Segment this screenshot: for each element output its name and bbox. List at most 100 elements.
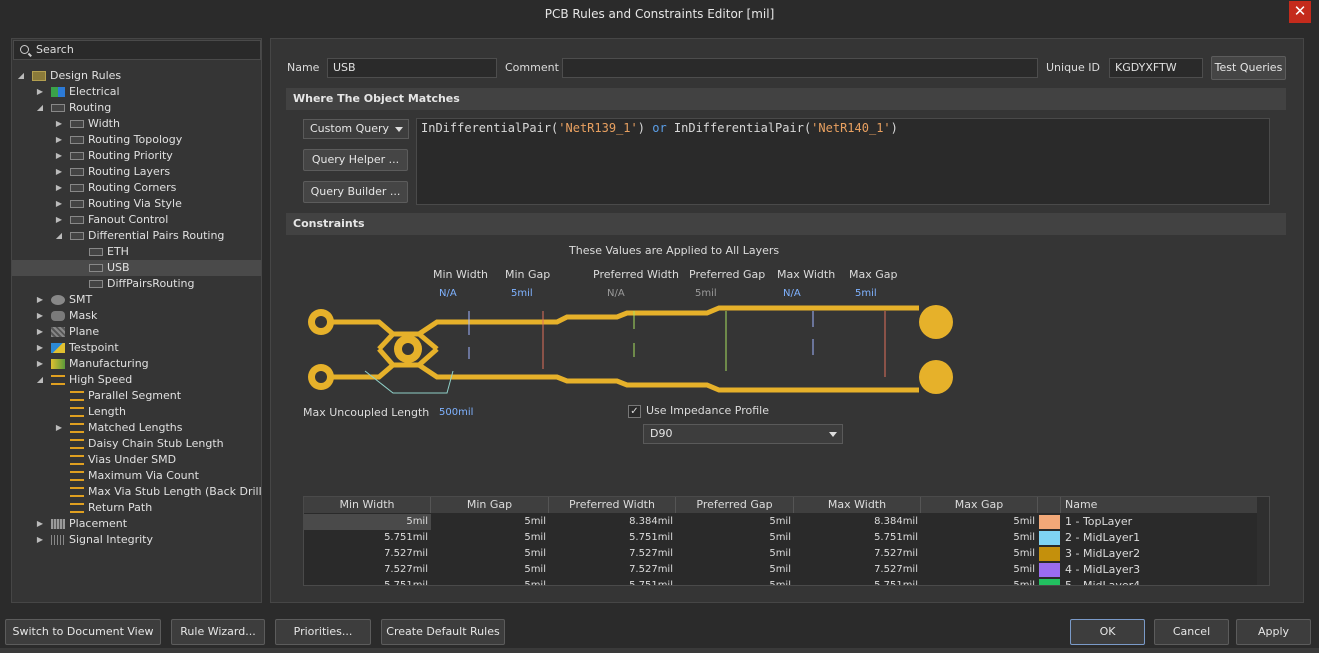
tree-item[interactable]: ▶ Matched Lengths [12,420,261,436]
expand-arrow-icon[interactable]: ▶ [54,420,64,436]
table-cell[interactable]: 5mil [921,562,1038,578]
table-cell[interactable]: 7.527mil [794,562,921,578]
tree-item[interactable]: DiffPairsRouting [12,276,261,292]
grid-vertical-scrollbar[interactable] [1257,497,1269,585]
tree-item[interactable]: ◢ Differential Pairs Routing [12,228,261,244]
grid-column-header[interactable]: Preferred Width [549,497,676,513]
comment-field[interactable] [562,58,1038,78]
expand-arrow-icon[interactable]: ▶ [35,324,45,340]
expand-arrow-icon[interactable]: ▶ [54,196,64,212]
table-cell[interactable]: 5mil [431,514,549,530]
tree-item[interactable]: ▶ Signal Integrity [12,532,261,548]
query-builder-button[interactable]: Query Builder ... [303,181,408,203]
expand-arrow-icon[interactable]: ▶ [54,180,64,196]
table-row[interactable]: 7.527mil 5mil 7.527mil 5mil 7.527mil 5mil 4 - … [304,562,1269,578]
collapse-arrow-icon[interactable]: ◢ [35,372,45,388]
table-cell[interactable]: 5.751mil [304,530,431,546]
tree-item[interactable]: ETH [12,244,261,260]
expand-arrow-icon[interactable]: ▶ [54,148,64,164]
tree-item[interactable]: ◢ Design Rules [12,68,261,84]
tree-item[interactable]: ▶ Placement [12,516,261,532]
max-width-value[interactable]: N/A [783,288,801,299]
table-row[interactable]: 5.751mil 5mil 5.751mil 5mil 5.751mil 5mil 5 - … [304,578,1269,585]
tree-item[interactable]: USB [12,260,261,276]
table-cell[interactable]: 5.751mil [794,530,921,546]
tree-item[interactable]: ▶ Width [12,116,261,132]
expand-arrow-icon[interactable]: ▶ [35,532,45,548]
tree-item[interactable]: ▶ Electrical [12,84,261,100]
tree-item[interactable]: ▶ Routing Via Style [12,196,261,212]
impedance-profile-dropdown[interactable]: D90 [643,424,843,444]
query-editor[interactable]: InDifferentialPair('NetR139_1') or InDif… [416,118,1270,205]
grid-column-header[interactable] [1038,497,1061,513]
close-icon[interactable]: ✕ [1289,1,1311,23]
max-gap-value[interactable]: 5mil [855,288,877,299]
table-cell[interactable]: 8.384mil [794,514,921,530]
max-uncoupled-value[interactable]: 500mil [439,407,473,418]
table-row[interactable]: 5.751mil 5mil 5.751mil 5mil 5.751mil 5mil 2 - … [304,530,1269,546]
grid-column-header[interactable]: Preferred Gap [676,497,794,513]
switch-document-view-button[interactable]: Switch to Document View [5,619,161,645]
tree-item[interactable]: Vias Under SMD [12,452,261,468]
tree-item[interactable]: Maximum Via Count [12,468,261,484]
expand-arrow-icon[interactable]: ▶ [35,308,45,324]
expand-arrow-icon[interactable]: ▶ [35,84,45,100]
table-cell[interactable]: 7.527mil [549,562,676,578]
expand-arrow-icon[interactable]: ▶ [54,132,64,148]
min-width-value[interactable]: N/A [439,288,457,299]
table-cell[interactable]: 5.751mil [549,578,676,585]
tree-item[interactable]: ▶ Routing Topology [12,132,261,148]
priorities-button[interactable]: Priorities... [275,619,371,645]
tree-item[interactable]: Max Via Stub Length (Back Drilling) [12,484,261,500]
tree-item[interactable]: Return Path [12,500,261,516]
table-cell[interactable]: 5mil [431,562,549,578]
ok-button[interactable]: OK [1070,619,1145,645]
tree-item[interactable]: ▶ Routing Layers [12,164,261,180]
table-cell[interactable]: 5.751mil [549,530,676,546]
table-cell[interactable]: 7.527mil [304,562,431,578]
grid-column-header[interactable]: Max Gap [921,497,1038,513]
tree-item[interactable]: ▶ Plane [12,324,261,340]
table-cell[interactable]: 7.527mil [549,546,676,562]
table-cell[interactable]: 5mil [921,530,1038,546]
grid-column-header[interactable]: Min Width [304,497,431,513]
test-queries-button[interactable]: Test Queries [1211,56,1286,80]
table-cell[interactable]: 7.527mil [304,546,431,562]
grid-column-header[interactable]: Max Width [794,497,921,513]
grid-column-header[interactable]: Min Gap [431,497,549,513]
collapse-arrow-icon[interactable]: ◢ [35,100,45,116]
expand-arrow-icon[interactable]: ▶ [35,292,45,308]
collapse-arrow-icon[interactable]: ◢ [54,228,64,244]
table-cell[interactable]: 5mil [676,530,794,546]
expand-arrow-icon[interactable]: ▶ [54,164,64,180]
table-cell[interactable]: 5.751mil [304,578,431,585]
table-cell[interactable]: 5mil [676,514,794,530]
expand-arrow-icon[interactable]: ▶ [35,356,45,372]
expand-arrow-icon[interactable]: ▶ [35,516,45,532]
table-cell[interactable]: 7.527mil [794,546,921,562]
table-cell[interactable]: 5mil [304,514,431,530]
tree-item[interactable]: ◢ Routing [12,100,261,116]
use-impedance-checkbox[interactable]: ✓ [628,405,641,418]
unique-id-field[interactable]: KGDYXFTW [1109,58,1203,78]
table-cell[interactable]: 5mil [921,578,1038,585]
table-cell[interactable]: 5mil [431,546,549,562]
tree-item[interactable]: ▶ Manufacturing [12,356,261,372]
create-default-rules-button[interactable]: Create Default Rules [381,619,505,645]
tree-item[interactable]: Parallel Segment [12,388,261,404]
expand-arrow-icon[interactable]: ▶ [54,212,64,228]
table-cell[interactable]: 5mil [676,546,794,562]
apply-button[interactable]: Apply [1236,619,1311,645]
tree-item[interactable]: ▶ Routing Corners [12,180,261,196]
cancel-button[interactable]: Cancel [1154,619,1229,645]
min-gap-value[interactable]: 5mil [511,288,533,299]
tree-item[interactable]: ▶ Fanout Control [12,212,261,228]
tree-item[interactable]: ▶ Routing Priority [12,148,261,164]
search-input[interactable]: Search [13,40,261,60]
table-cell[interactable]: 5mil [431,578,549,585]
table-cell[interactable]: 5mil [676,578,794,585]
tree-item[interactable]: ▶ Testpoint [12,340,261,356]
table-cell[interactable]: 5mil [921,546,1038,562]
table-cell[interactable]: 5mil [921,514,1038,530]
table-row[interactable]: 5mil 5mil 8.384mil 5mil 8.384mil 5mil 1 - TopL… [304,514,1269,530]
